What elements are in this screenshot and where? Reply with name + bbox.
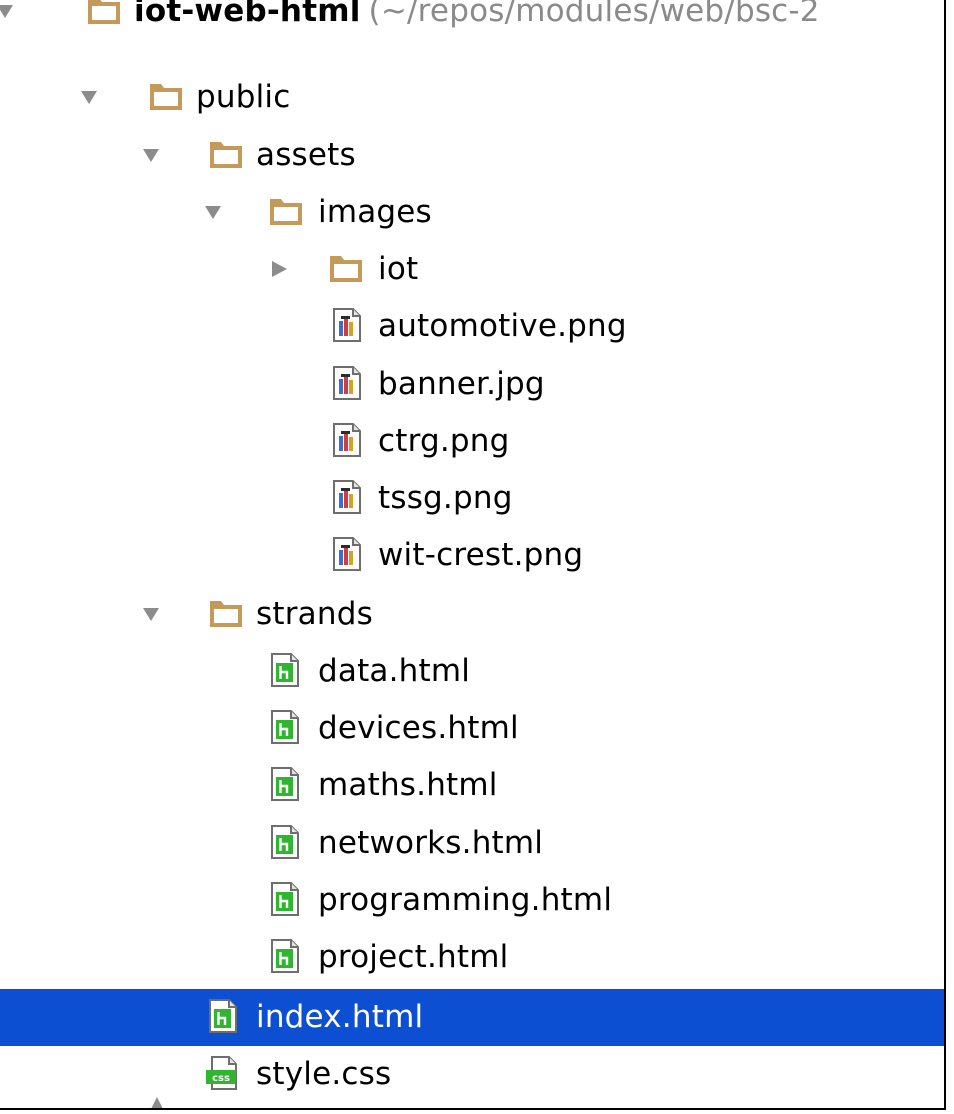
image-file-icon <box>332 422 362 458</box>
image-file-icon <box>332 307 362 343</box>
image-file-icon <box>332 365 362 401</box>
tree-row-networks[interactable]: networks.html <box>0 815 944 872</box>
html-file-icon <box>270 652 300 688</box>
project-tree-panel: iot-web-html (~/repos/modules/web/bsc-2 p… <box>0 0 946 1110</box>
tree-row-style[interactable]: css style.css <box>0 1046 944 1103</box>
tree-row-programming[interactable]: programming.html <box>0 872 944 929</box>
tree-item-label: data.html <box>318 653 471 689</box>
image-file-icon <box>332 536 362 572</box>
root-project-name: iot-web-html <box>134 0 361 29</box>
css-file-icon: css <box>206 1055 240 1091</box>
tree-item-label: images <box>318 194 432 230</box>
html-file-icon <box>270 938 300 974</box>
tree-item-label: ctrg.png <box>378 423 510 459</box>
tree-item-label: iot <box>378 251 419 287</box>
tree-item-label: style.css <box>256 1056 392 1092</box>
tree-item-label: maths.html <box>318 767 498 803</box>
html-file-icon <box>208 998 238 1034</box>
svg-text:css: css <box>212 1073 230 1084</box>
tree-item-label: programming.html <box>318 882 613 918</box>
tree-row-data[interactable]: data.html <box>0 643 944 700</box>
tree-item-label: assets <box>256 137 356 173</box>
tree-item-label: banner.jpg <box>378 366 545 402</box>
tree-row-devices[interactable]: devices.html <box>0 700 944 757</box>
tree-item-label: project.html <box>318 939 509 975</box>
tree-row-public[interactable]: public <box>0 69 944 126</box>
partial-arrow-icon <box>150 1094 164 1108</box>
tree-row-project[interactable]: project.html <box>0 929 944 986</box>
tree-row-tssg[interactable]: tssg.png <box>0 470 944 527</box>
folder-icon <box>148 80 184 112</box>
html-file-icon <box>270 881 300 917</box>
image-file-icon <box>332 479 362 515</box>
expand-arrow-icon[interactable] <box>204 203 222 221</box>
expand-arrow-icon[interactable] <box>142 146 160 164</box>
tree-row-strands[interactable]: strands <box>0 586 944 643</box>
tree-item-label: tssg.png <box>378 480 513 516</box>
tree-item-label: index.html <box>256 999 424 1035</box>
folder-icon <box>208 138 244 170</box>
collapsed-arrow-icon[interactable] <box>270 260 288 278</box>
tree-item-label: automotive.png <box>378 308 627 344</box>
tree-row-root[interactable]: iot-web-html (~/repos/modules/web/bsc-2 <box>0 0 944 40</box>
tree-row-index-selected[interactable]: index.html <box>0 989 944 1046</box>
folder-icon <box>208 597 244 629</box>
tree-item-label: devices.html <box>318 710 519 746</box>
html-file-icon <box>270 709 300 745</box>
html-file-icon <box>270 824 300 860</box>
html-file-icon <box>270 766 300 802</box>
tree-item-label: wit-crest.png <box>378 537 584 573</box>
tree-row-automotive[interactable]: automotive.png <box>0 298 944 355</box>
tree-row-banner[interactable]: banner.jpg <box>0 356 944 413</box>
expand-arrow-icon[interactable] <box>0 2 14 20</box>
expand-arrow-icon[interactable] <box>80 88 98 106</box>
expand-arrow-icon[interactable] <box>142 605 160 623</box>
folder-icon <box>268 195 304 227</box>
tree-item-label: networks.html <box>318 825 544 861</box>
tree-row-assets[interactable]: assets <box>0 127 944 184</box>
root-project-path: (~/repos/modules/web/bsc-2 <box>368 0 820 29</box>
tree-row-maths[interactable]: maths.html <box>0 757 944 814</box>
tree-row-iot[interactable]: iot <box>0 241 944 298</box>
tree-row-images[interactable]: images <box>0 184 944 241</box>
tree-row-wit-crest[interactable]: wit-crest.png <box>0 527 944 584</box>
tree-item-label: public <box>196 79 291 115</box>
tree-row-ctrg[interactable]: ctrg.png <box>0 413 944 470</box>
tree-item-label: strands <box>256 596 373 632</box>
folder-icon <box>328 252 364 284</box>
folder-icon <box>86 0 122 26</box>
